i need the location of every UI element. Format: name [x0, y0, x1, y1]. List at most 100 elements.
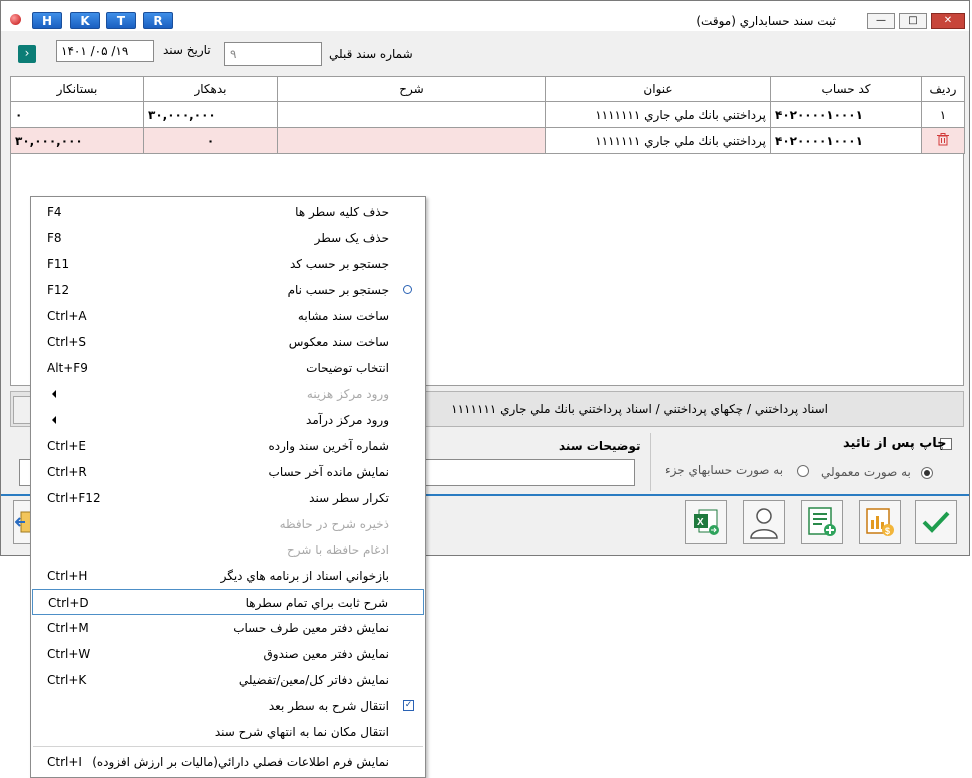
- menu-item-label: انتقال مکان نما به انتهاي شرح سند: [214, 725, 389, 739]
- menu-item-shortcut: Ctrl+M: [47, 621, 89, 635]
- account-path-text: اسناد پرداختني / چکهاي پرداختني / اسناد …: [451, 402, 828, 416]
- menu-item[interactable]: ساخت سند مشابه Ctrl+A: [32, 303, 424, 329]
- menu-item-label: ساخت سند مشابه: [297, 309, 389, 323]
- credit-cell[interactable]: ۳۰,۰۰۰,۰۰۰: [10, 127, 144, 154]
- column-credit[interactable]: بستانکار: [10, 76, 144, 102]
- menu-item-label: نمايش فرم اطلاعات فصلي دارائي(ماليات بر …: [92, 755, 389, 769]
- close-icon[interactable]: ✕: [931, 13, 965, 29]
- debit-cell[interactable]: ۰: [143, 127, 278, 154]
- svg-text:$: $: [885, 526, 890, 536]
- menu-item-label: شماره آخرين سند وارده: [268, 439, 389, 453]
- menu-item[interactable]: نمايش دفتر معين صندوق Ctrl+W: [32, 641, 424, 667]
- excel-export-button[interactable]: X: [685, 500, 727, 544]
- menu-item[interactable]: ادغام حافظه با شرح: [32, 537, 424, 563]
- radio-mark-icon: [403, 285, 412, 294]
- menu-item[interactable]: بازخواني اسناد از برنامه هاي ديگر Ctrl+H: [32, 563, 424, 589]
- menu-item[interactable]: حذف کليه سطر ها F4: [32, 199, 424, 225]
- menu-item[interactable]: ساخت سند معکوس Ctrl+S: [32, 329, 424, 355]
- menu-item-shortcut: F11: [47, 257, 70, 271]
- account-code-cell[interactable]: ۴۰۲۰۰۰۰۱۰۰۰۱: [770, 127, 922, 154]
- prev-doc-input[interactable]: ۹: [224, 42, 322, 66]
- menu-item[interactable]: ذخيره شرح در حافظه: [32, 511, 424, 537]
- radio-normal-label: به صورت معمولي: [821, 465, 911, 479]
- menu-item-label: انتخاب توضيحات: [306, 361, 389, 375]
- menu-item-shortcut: Ctrl+E: [47, 439, 86, 453]
- maximize-icon[interactable]: □: [899, 13, 927, 29]
- account-code-cell[interactable]: ۴۰۲۰۰۰۰۱۰۰۰۱: [770, 101, 922, 128]
- credit-cell[interactable]: ۰: [10, 101, 144, 128]
- menu-item[interactable]: حذف يک سطر F8: [32, 225, 424, 251]
- menu-item[interactable]: نمايش فرم اطلاعات فصلي دارائي(ماليات بر …: [32, 749, 424, 775]
- print-after-approve-label: چاپ پس از تائيد: [843, 436, 947, 451]
- menu-item-label: جستجو بر حسب کد: [289, 257, 389, 271]
- notes-label: توضيحات سند: [559, 439, 641, 453]
- menu-item-shortcut: Alt+F9: [47, 361, 88, 375]
- menu-item[interactable]: ورود مرکز درآمد: [32, 407, 424, 433]
- submenu-arrow-icon: [52, 416, 56, 424]
- menu-item[interactable]: شماره آخرين سند وارده Ctrl+E: [32, 433, 424, 459]
- menu-item[interactable]: انتقال مکان نما به انتهاي شرح سند: [32, 719, 424, 745]
- menu-item-label: ذخيره شرح در حافظه: [279, 517, 389, 531]
- table-row[interactable]: ۰ ۳۰,۰۰۰,۰۰۰ پرداختني بانك ملي جاري ۱۱۱۱…: [10, 101, 965, 128]
- minimize-icon[interactable]: —: [867, 13, 895, 29]
- separator: [650, 433, 651, 491]
- quick-button-k[interactable]: K: [70, 12, 100, 29]
- quick-button-r[interactable]: R: [143, 12, 173, 29]
- menu-item-label: ورود مرکز هزينه: [306, 387, 389, 401]
- column-account-code[interactable]: کد حساب: [770, 76, 922, 102]
- description-cell[interactable]: [277, 101, 546, 128]
- title-cell[interactable]: پرداختني بانك ملي جاري ۱۱۱۱۱۱۱: [545, 127, 771, 154]
- menu-item[interactable]: نمايش مانده آخر حساب Ctrl+R: [32, 459, 424, 485]
- menu-item[interactable]: نمايش دفاتر کل/معين/تفضيلي Ctrl+K: [32, 667, 424, 693]
- menu-item[interactable]: جستجو بر حسب نام F12: [32, 277, 424, 303]
- description-cell[interactable]: [277, 127, 546, 154]
- menu-item-label: انتقال شرح به سطر بعد: [268, 699, 389, 713]
- confirm-check-icon: [922, 511, 950, 533]
- add-document-button[interactable]: [801, 500, 843, 544]
- menu-item-shortcut: F8: [47, 231, 62, 245]
- menu-item-label: ادغام حافظه با شرح: [287, 543, 389, 557]
- next-arrow-button[interactable]: ›: [18, 45, 36, 63]
- column-debit[interactable]: بدهکار: [143, 76, 278, 102]
- menu-item-shortcut: Ctrl+K: [47, 673, 87, 687]
- menu-item[interactable]: انتخاب توضيحات Alt+F9: [32, 355, 424, 381]
- menu-item-shortcut: F4: [47, 205, 62, 219]
- debit-cell[interactable]: ۳۰,۰۰۰,۰۰۰: [143, 101, 278, 128]
- menu-item-shortcut: Ctrl+S: [47, 335, 87, 349]
- app-icon: [10, 14, 21, 25]
- confirm-button[interactable]: [915, 500, 957, 544]
- date-label: تاريخ سند: [163, 43, 211, 57]
- trash-icon[interactable]: [921, 127, 965, 154]
- quick-button-t[interactable]: T: [106, 12, 136, 29]
- column-description[interactable]: شرح: [277, 76, 546, 102]
- menu-item[interactable]: شرح ثابت براي تمام سطرها Ctrl+D: [32, 589, 424, 615]
- report-chart-icon: $: [866, 508, 894, 536]
- radio-normal[interactable]: [921, 467, 933, 479]
- column-title[interactable]: عنوان: [545, 76, 771, 102]
- menu-item[interactable]: تکرار سطر سند Ctrl+F12: [32, 485, 424, 511]
- title-cell[interactable]: پرداختني بانك ملي جاري ۱۱۱۱۱۱۱: [545, 101, 771, 128]
- excel-export-icon: X: [694, 509, 719, 535]
- submenu-arrow-icon: [52, 390, 56, 398]
- radio-detail[interactable]: [797, 465, 809, 477]
- report-chart-button[interactable]: $: [859, 500, 901, 544]
- menu-item[interactable]: نمايش دفتر معين طرف حساب Ctrl+M: [32, 615, 424, 641]
- menu-item[interactable]: انتقال شرح به سطر بعد ✓: [32, 693, 424, 719]
- menu-item-shortcut: Ctrl+I: [47, 755, 82, 769]
- menu-item-label: حذف يک سطر: [314, 231, 389, 245]
- user-button[interactable]: [743, 500, 785, 544]
- menu-item-label: نمايش دفاتر کل/معين/تفضيلي: [238, 673, 389, 687]
- date-value: ۱۴۰۱ /۰۵ /۱۹: [61, 44, 129, 58]
- window-title: ثبت سند حسابداري (موقت): [696, 14, 836, 28]
- checkmark-icon: ✓: [403, 700, 414, 711]
- quick-button-h[interactable]: H: [32, 12, 62, 29]
- date-input[interactable]: ۱۴۰۱ /۰۵ /۱۹: [56, 40, 154, 62]
- menu-item-shortcut: Ctrl+H: [47, 569, 88, 583]
- menu-item[interactable]: جستجو بر حسب کد F11: [32, 251, 424, 277]
- table-row[interactable]: ۳۰,۰۰۰,۰۰۰ ۰ پرداختني بانك ملي جاري ۱۱۱۱…: [10, 127, 965, 154]
- menu-item-label: جستجو بر حسب نام: [287, 283, 389, 297]
- menu-item[interactable]: ورود مرکز هزينه: [32, 381, 424, 407]
- menu-item-label: شرح ثابت براي تمام سطرها: [245, 596, 388, 610]
- radio-detail-label: به صورت حسابهاي جزء: [665, 463, 784, 477]
- column-row[interactable]: رديف: [921, 76, 965, 102]
